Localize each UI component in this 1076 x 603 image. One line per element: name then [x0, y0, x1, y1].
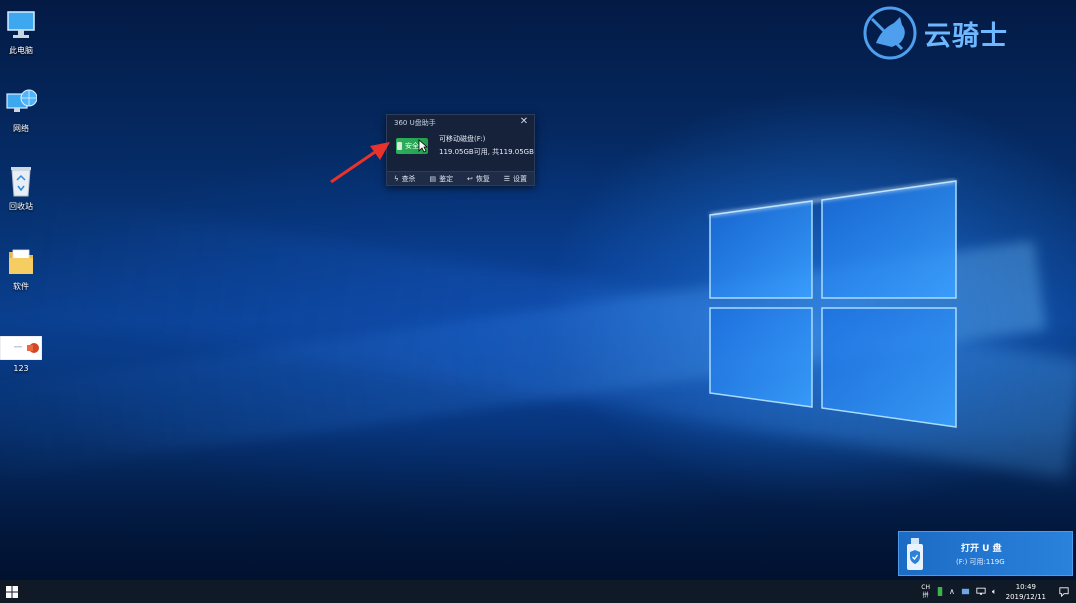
restore-label: 恢复 — [475, 174, 490, 183]
desktop-icon-network[interactable]: 网络 — [0, 82, 42, 146]
desktop-icon-software-folder[interactable]: 软件 — [0, 240, 42, 304]
notification-icon[interactable] — [1052, 580, 1076, 603]
network-tray-icon[interactable] — [961, 587, 970, 596]
popup-title-bar[interactable]: 360 U盘助手 ✕ — [387, 115, 534, 130]
notification-title: 打开 U 盘 — [961, 544, 1002, 554]
list-icon: ☰ — [503, 174, 511, 183]
popup-action-bar: ϟ 查杀 ▤ 鉴定 ↩ 恢复 ☰ 设置 — [387, 171, 534, 185]
network-icon — [6, 89, 37, 112]
identify-button[interactable]: ▤ 鉴定 — [429, 174, 453, 184]
scan-label: 查杀 — [401, 174, 416, 183]
windows-logo-wallpaper — [709, 180, 957, 428]
desktop-icon-123-file[interactable]: 123 — [0, 333, 42, 373]
settings-label: 设置 — [513, 174, 528, 183]
drive-space: 119.05GB可用, 共119.05GB — [439, 148, 534, 156]
desktop-icon-this-pc[interactable]: 此电脑 — [0, 4, 42, 68]
notification-subtitle: (F:) 可用:119G — [956, 558, 1005, 566]
drive-name: 可移动磁盘(F:) — [439, 135, 486, 143]
usb-drive-tray-icon[interactable] — [937, 586, 943, 597]
recycle-bin-icon — [11, 167, 31, 197]
document-icon: ▤ — [429, 174, 437, 183]
input-method-indicator[interactable]: CH 拼 — [921, 584, 930, 600]
windows-start-icon[interactable] — [5, 585, 19, 599]
mouse-cursor-icon — [418, 139, 428, 153]
ime-mode: 拼 — [922, 591, 929, 599]
settings-button[interactable]: ☰ 设置 — [504, 174, 527, 184]
red-annotation-arrow — [330, 142, 390, 184]
monitor-tray-icon[interactable] — [976, 587, 986, 596]
folder-icon — [9, 249, 33, 274]
popup-title: 360 U盘助手 — [394, 119, 436, 127]
computer-icon — [7, 11, 35, 38]
brand-name: 云骑士 — [924, 20, 1008, 52]
scan-button[interactable]: ϟ 查杀 — [394, 174, 416, 184]
usb-helper-popup: 360 U盘助手 ✕ 安全 可移动磁盘(F:) 119.05GB可用, 共119… — [386, 114, 535, 186]
safe-status-label: 安全 — [405, 142, 419, 150]
restore-icon: ↩ — [466, 174, 473, 183]
usb-plug-icon — [397, 142, 402, 150]
chevron-up-icon[interactable]: ∧ — [949, 587, 955, 596]
clock[interactable]: 10:49 2019/12/11 — [1006, 582, 1046, 602]
ime-language: CH — [921, 583, 930, 591]
volume-icon[interactable]: 🔈︎ — [992, 587, 997, 597]
close-icon[interactable]: ✕ — [518, 116, 530, 128]
knight-logo-icon — [863, 6, 917, 60]
taskbar: CH 拼 ∧ 🔈︎ 10:49 2019/12/11 — [0, 580, 1076, 603]
desktop-wallpaper: 此电脑 网络 回收站 软件 123 云骑士 360 U盘助手 ✕ 安全 可移动磁… — [0, 0, 1076, 580]
open-usb-notification[interactable]: 打开 U 盘 (F:) 可用:119G — [898, 531, 1073, 576]
restore-button[interactable]: ↩ 恢复 — [467, 174, 490, 184]
system-tray: CH 拼 ∧ 🔈︎ 10:49 2019/12/11 — [915, 580, 1076, 603]
usb-shield-icon — [907, 538, 923, 570]
yunqishi-brand: 云骑士 — [862, 4, 1052, 62]
clock-date: 2019/12/11 — [1005, 592, 1046, 601]
identify-label: 鉴定 — [439, 174, 454, 183]
powerpoint-file-icon — [0, 336, 42, 360]
desktop-icon-recycle-bin[interactable]: 回收站 — [0, 160, 42, 224]
clock-time: 10:49 — [1015, 582, 1036, 591]
